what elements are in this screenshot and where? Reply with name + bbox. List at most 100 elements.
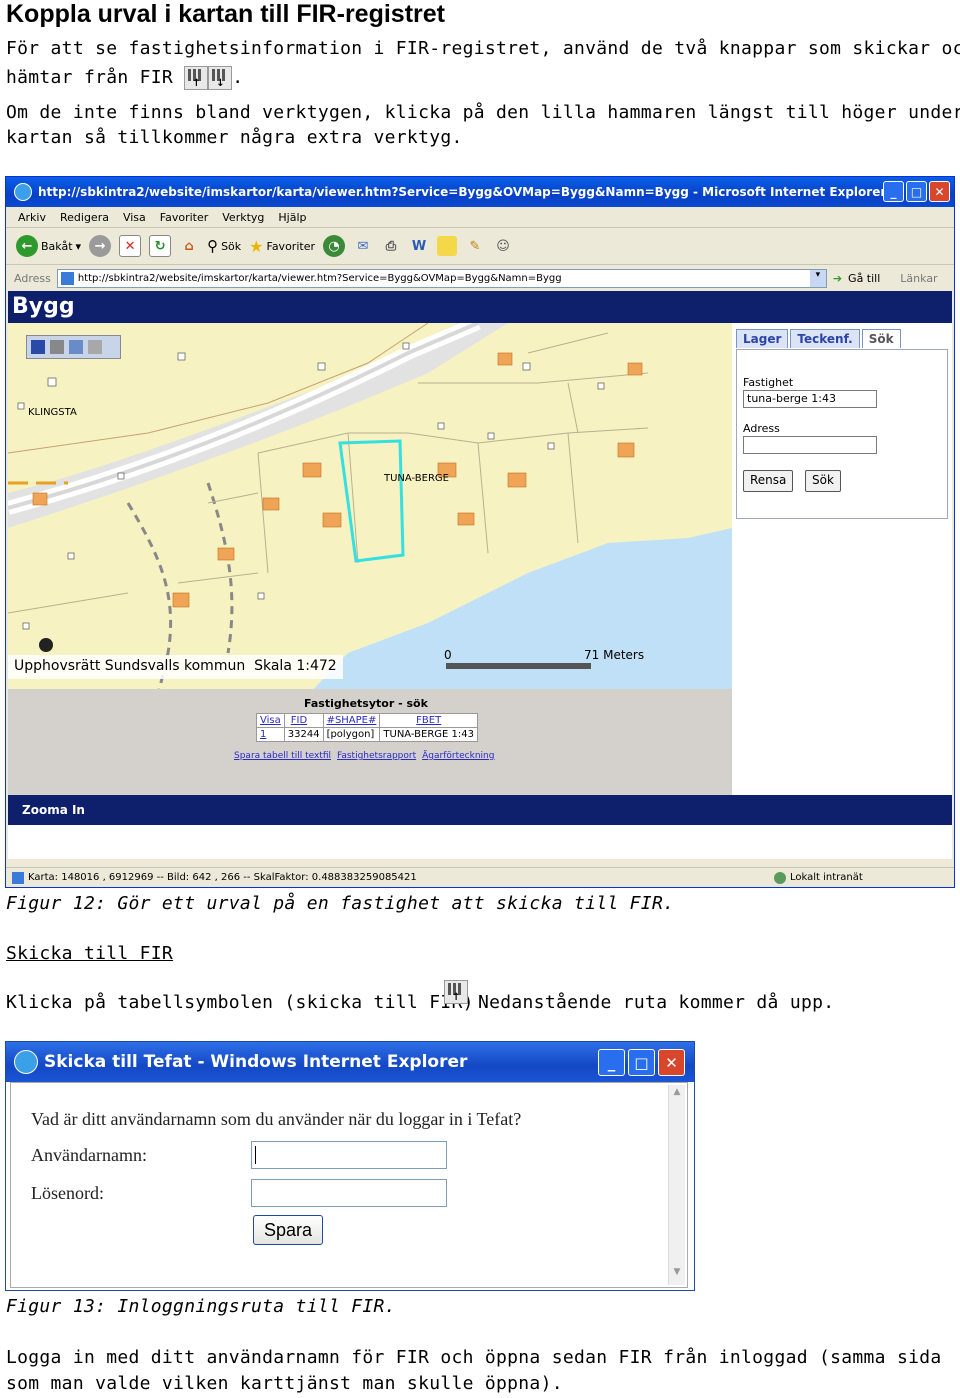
fastighet-label: Fastighet: [743, 376, 794, 389]
intro-line-4: kartan så tillkommer några extra verktyg…: [6, 127, 463, 148]
instruction-text: Klicka på tabellsymbolen (skicka till FI…: [6, 992, 474, 1013]
header-shape[interactable]: #SHAPE#: [322, 713, 381, 728]
panel-tabs: Lager Teckenf. Sök: [736, 329, 901, 348]
address-input[interactable]: http://sbkintra2/website/imskartor/karta…: [56, 268, 827, 288]
home-icon[interactable]: ⌂: [179, 236, 199, 256]
menu-visa[interactable]: Visa: [123, 211, 146, 224]
favorites-button[interactable]: ★ Favoriter: [249, 237, 315, 256]
map-scale: Skala 1:472: [254, 658, 337, 674]
map-canvas[interactable]: KLINGSTA TUNA-BERGE Upphovsrätt Sundsval…: [8, 323, 732, 695]
intro-line-2-text: hämtar från FIR: [6, 67, 174, 88]
scalebar-start: 0: [444, 648, 452, 662]
vertical-scrollbar[interactable]: ▲ ▼: [668, 1085, 685, 1285]
panel-buttons: Rensa Sök: [743, 470, 883, 492]
mail-map-icon[interactable]: [69, 340, 83, 354]
menu-verktyg[interactable]: Verktyg: [222, 211, 264, 224]
discuss-icon[interactable]: [436, 236, 457, 256]
link-property-report[interactable]: Fastighetsrapport: [337, 751, 416, 761]
adress-input[interactable]: [743, 436, 877, 454]
fastighet-input[interactable]: tuna-berge 1:43: [743, 390, 877, 408]
export-icon[interactable]: [88, 340, 102, 354]
row-visa[interactable]: 1: [256, 727, 285, 742]
edit-icon[interactable]: W: [409, 236, 429, 256]
tab-teckenf[interactable]: Teckenf.: [790, 329, 860, 348]
save-button[interactable]: Spara: [253, 1215, 323, 1245]
figure-1-caption: Figur 12: Gör ett urval på en fastighet …: [6, 893, 675, 914]
tab-sok[interactable]: Sök: [861, 329, 901, 348]
text-cursor: [255, 1146, 256, 1164]
menu-favoriter[interactable]: Favoriter: [160, 211, 208, 224]
scroll-up-icon[interactable]: ▲: [670, 1087, 684, 1103]
browser-toolbar: ← Bakåt ▾ → ✕ ↻ ⌂ ⚲ Sök ★ Favoriter ◔ ✉ …: [6, 228, 954, 265]
place-label-tuna-berge: TUNA-BERGE: [384, 473, 449, 484]
map-graphics: [8, 323, 732, 695]
go-arrow-icon[interactable]: ➔: [833, 272, 842, 285]
link-save-textfile[interactable]: Spara tabell till textfil: [234, 751, 331, 761]
print-map-icon[interactable]: [50, 340, 64, 354]
go-button[interactable]: Gå till: [848, 272, 880, 285]
map-file-toolbox: [26, 335, 121, 359]
header-visa[interactable]: Visa: [256, 713, 285, 728]
refresh-icon[interactable]: ↻: [149, 235, 172, 257]
dropdown-arrow-icon[interactable]: ▾: [809, 269, 826, 287]
sok-button[interactable]: Sök: [805, 470, 841, 492]
mode-label: Zooma In: [22, 803, 85, 817]
menu-arkiv[interactable]: Arkiv: [18, 211, 46, 224]
links-button[interactable]: Länkar: [900, 272, 937, 285]
research-icon[interactable]: ✎: [465, 236, 485, 256]
maximize-button[interactable]: □: [906, 181, 927, 202]
right-panel: Lager Teckenf. Sök Fastighet tuna-berge …: [732, 323, 952, 695]
address-label: Adress: [14, 271, 51, 285]
star-icon: ★: [249, 236, 264, 256]
scroll-down-icon[interactable]: ▼: [670, 1267, 684, 1283]
mail-icon[interactable]: ✉: [353, 236, 373, 256]
login-maximize-button[interactable]: □: [628, 1049, 655, 1076]
menu-redigera[interactable]: Redigera: [60, 211, 109, 224]
search-button[interactable]: ⚲ Sök: [207, 237, 241, 255]
username-input[interactable]: [251, 1141, 447, 1169]
right-panel-lower: [732, 689, 952, 795]
back-arrow-icon: ←: [16, 235, 38, 257]
app-title: Bygg: [12, 294, 75, 319]
ie-logo-icon: [14, 1050, 38, 1074]
save-icon[interactable]: [31, 340, 45, 354]
search-label: Sök: [221, 239, 242, 253]
zone-text: Lokalt intranät: [790, 872, 863, 883]
menu-bar: Arkiv Redigera Visa Favoriter Verktyg Hj…: [6, 207, 954, 228]
messenger-icon[interactable]: ☺: [493, 236, 513, 256]
result-links: Spara tabell till textfil Fastighetsrapp…: [234, 751, 494, 761]
section-subheading: Skicka till FIR: [6, 943, 174, 964]
final-line-1: Logga in med ditt användarnamn för FIR o…: [6, 1347, 942, 1368]
intranet-icon: [774, 871, 786, 884]
address-bar: Adress http://sbkintra2/website/imskarto…: [6, 265, 954, 291]
row-shape: [polygon]: [322, 727, 381, 742]
figure-2-caption: Figur 13: Inloggningsruta till FIR.: [6, 1296, 396, 1317]
forward-button[interactable]: →: [89, 235, 112, 257]
page-icon: [60, 271, 74, 285]
close-button[interactable]: ✕: [929, 181, 950, 202]
rensa-button[interactable]: Rensa: [743, 470, 794, 492]
history-icon[interactable]: ◔: [322, 235, 345, 257]
password-label: Lösenord:: [31, 1183, 104, 1203]
menu-hjalp[interactable]: Hjälp: [278, 211, 306, 224]
tab-lager[interactable]: Lager: [736, 329, 789, 348]
print-icon[interactable]: ⎙: [381, 236, 401, 256]
login-minimize-button[interactable]: _: [598, 1049, 625, 1076]
fetch-from-fir-icon: ↓: [208, 66, 233, 90]
link-owner-list[interactable]: Ägarförteckning: [422, 751, 494, 761]
back-button[interactable]: ← Bakåt ▾: [16, 235, 81, 257]
header-fbet[interactable]: FBET: [379, 713, 479, 728]
minimize-button[interactable]: _: [883, 181, 904, 202]
header-fid[interactable]: FID: [283, 713, 324, 728]
intro-line-2: hämtar från FIR ↑ ↓.: [6, 66, 243, 90]
password-input[interactable]: [251, 1179, 447, 1207]
login-window-title: Skicka till Tefat - Windows Internet Exp…: [44, 1052, 468, 1072]
app-title-bar: Bygg: [8, 291, 952, 323]
intro-line-2-end: .: [232, 67, 244, 88]
result-title: Fastighetsytor - sök: [304, 697, 428, 710]
intro-line-3: Om de inte finns bland verktygen, klicka…: [6, 102, 960, 123]
login-close-button[interactable]: ✕: [658, 1049, 685, 1076]
row-fid: 33244: [283, 727, 324, 742]
mode-bar: Zooma In: [8, 795, 952, 825]
stop-icon[interactable]: ✕: [119, 235, 142, 257]
